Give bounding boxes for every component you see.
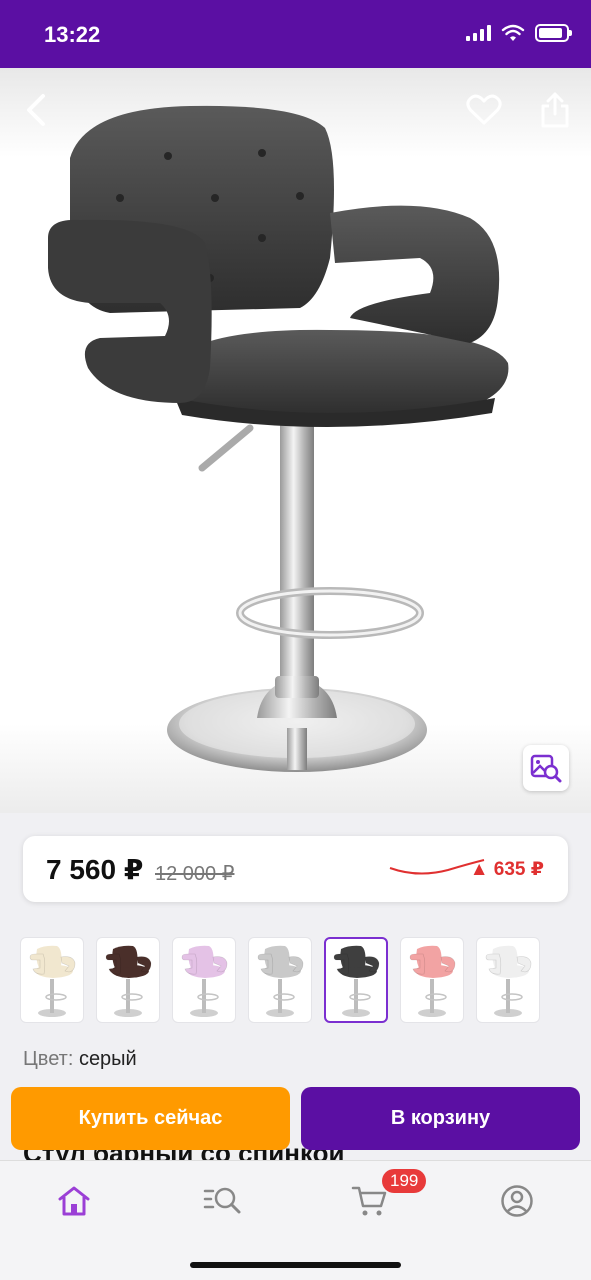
variant-thumbnail [105, 945, 152, 1017]
home-icon [58, 1186, 90, 1216]
color-value: серый [78, 1048, 137, 1070]
tab-profile[interactable] [495, 1179, 539, 1223]
variant-thumbnail [409, 945, 456, 1017]
variant-thumbnail [257, 945, 304, 1017]
product-gallery[interactable] [0, 68, 591, 813]
catalog-search-icon [203, 1187, 241, 1214]
price-card[interactable]: 7 560 ₽ 12 000 ₽ ▲ 635 ₽ [23, 836, 568, 902]
status-icons [466, 24, 572, 42]
variant-brown[interactable] [96, 937, 160, 1023]
variant-white[interactable] [476, 937, 540, 1023]
price-current: 7 560 ₽ [46, 854, 144, 885]
variant-thumbnail [485, 945, 532, 1017]
product-image [48, 105, 509, 772]
share-icon [541, 92, 569, 128]
status-time: 13:22 [44, 22, 101, 47]
price-change: ▲ 635 ₽ [470, 858, 544, 881]
wifi-icon [501, 24, 525, 41]
variant-light-grey[interactable] [248, 937, 312, 1023]
back-button[interactable] [14, 88, 58, 132]
variant-list [20, 937, 540, 1023]
signal-icon [466, 25, 491, 41]
tab-home[interactable] [52, 1179, 96, 1223]
image-search-button[interactable] [523, 745, 569, 791]
variant-grey[interactable] [324, 937, 388, 1023]
price-change-value: 635 ₽ [493, 859, 544, 880]
variant-thumbnail [29, 945, 76, 1017]
buy-now-button[interactable]: Купить сейчас [11, 1087, 290, 1150]
heart-icon [466, 94, 502, 125]
image-search-icon [530, 754, 562, 783]
variant-thumbnail [333, 945, 380, 1017]
variant-lilac[interactable] [172, 937, 236, 1023]
battery-level [539, 28, 563, 38]
tab-catalog[interactable] [200, 1179, 244, 1223]
add-to-cart-button[interactable]: В корзину [301, 1087, 580, 1150]
cart-icon [351, 1186, 387, 1216]
back-icon [27, 94, 45, 126]
home-indicator [190, 1262, 401, 1268]
color-label: Цвет: серый [23, 1048, 137, 1071]
battery-icon [535, 24, 572, 42]
profile-icon [501, 1185, 533, 1217]
price-change-arrow-icon: ▲ [469, 859, 489, 880]
price-old: 12 000 ₽ [155, 863, 235, 885]
cart-badge: 199 [382, 1169, 427, 1193]
color-key: Цвет: [23, 1048, 74, 1070]
variant-cream[interactable] [20, 937, 84, 1023]
favorite-button[interactable] [462, 88, 506, 132]
status-bar: 13:22 [0, 0, 591, 68]
variant-thumbnail [181, 945, 228, 1017]
variant-pink[interactable] [400, 937, 464, 1023]
share-button[interactable] [533, 88, 577, 132]
